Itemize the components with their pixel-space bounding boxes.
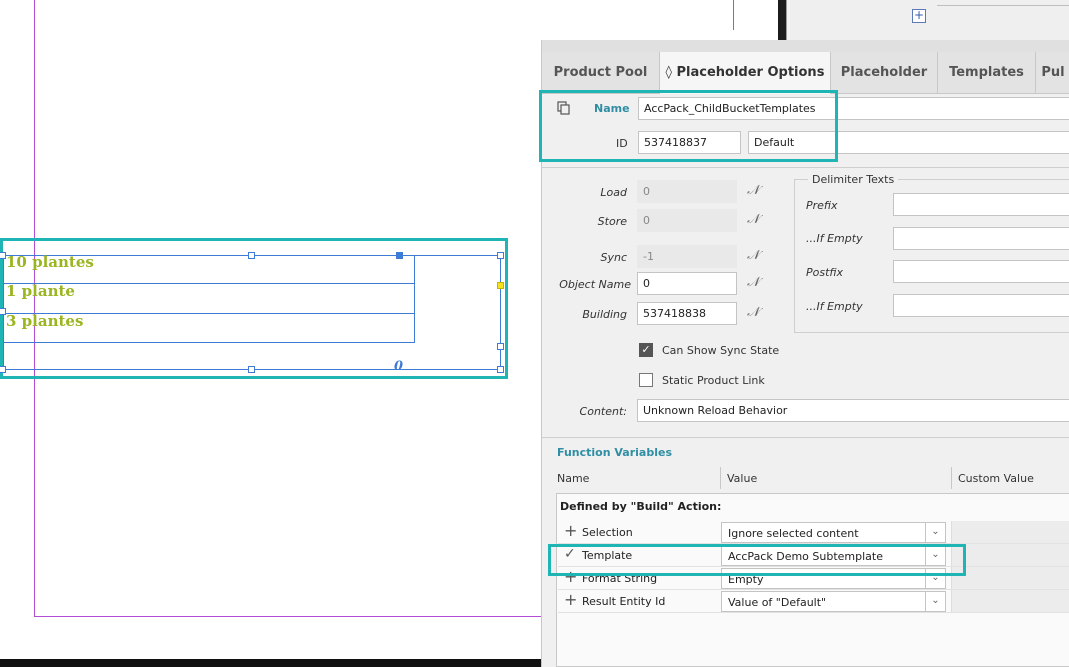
tab-placeholder-options[interactable]: ◊ Placeholder Options [660, 52, 831, 94]
edit-script-icon[interactable]: 𝒩 [747, 183, 759, 198]
template-row-highlight [548, 544, 966, 576]
function-variables-table: Defined by "Build" Action: + Selection I… [556, 493, 1069, 667]
edit-script-icon[interactable]: 𝒩 [747, 305, 759, 320]
overflow-marker: 0 [394, 359, 404, 374]
divider [542, 437, 1069, 438]
store-label: Store [597, 215, 627, 228]
content-field[interactable]: Unknown Reload Behavior [637, 399, 1069, 422]
value-text: Ignore selected content [728, 527, 859, 540]
add-icon[interactable]: + [564, 592, 577, 608]
table-cell-text[interactable]: 1 plante [6, 282, 75, 300]
resize-handle[interactable] [0, 366, 6, 373]
if-empty-prefix-label: ...If Empty [806, 232, 863, 245]
building-field[interactable]: 537418838 [637, 302, 737, 325]
expand-icon[interactable]: + [912, 9, 926, 23]
variable-name: Result Entity Id [582, 595, 666, 608]
column-header-custom-value[interactable]: Custom Value [958, 472, 1034, 485]
column-separator[interactable] [720, 467, 721, 489]
value-text: Value of "Default" [728, 596, 827, 609]
pasteboard-edge [0, 659, 545, 667]
load-label: Load [600, 186, 627, 199]
if-empty-postfix-label: ...If Empty [806, 300, 863, 313]
sync-field: -1 [637, 245, 737, 268]
content-label: Content: [579, 405, 627, 418]
custom-value-cell[interactable] [951, 567, 1069, 589]
custom-value-cell[interactable] [951, 544, 1069, 566]
resize-handle[interactable] [497, 366, 504, 373]
prefix-label: Prefix [806, 199, 838, 212]
object-name-label: Object Name [559, 278, 631, 291]
sync-label: Sync [600, 251, 627, 264]
custom-value-cell[interactable] [951, 521, 1069, 543]
delimiter-texts-title: Delimiter Texts [808, 173, 899, 186]
anchor-handle[interactable] [396, 252, 403, 259]
panel-title-bar[interactable] [542, 40, 1069, 52]
placeholder-options-panel: Product Pool ◊ Placeholder Options Place… [539, 40, 1069, 667]
postfix-field[interactable] [893, 260, 1069, 283]
prefix-field[interactable] [893, 193, 1069, 216]
structure-panel-fragment: + [778, 0, 1069, 40]
out-port-handle[interactable] [497, 282, 504, 289]
edit-script-icon[interactable]: 𝒩 [747, 212, 759, 227]
table-cell-text[interactable]: 10 plantes [6, 253, 94, 271]
frame-border-right [500, 255, 501, 370]
static-link-checkbox[interactable] [639, 373, 653, 387]
function-variables-title: Function Variables [557, 446, 673, 459]
table-row[interactable]: + Selection Ignore selected content ⌄ [558, 521, 1069, 544]
panel-tabs: Product Pool ◊ Placeholder Options Place… [542, 52, 1069, 94]
load-field: 0 [637, 180, 737, 203]
if-empty-prefix-field[interactable] [893, 227, 1069, 250]
static-link-label: Static Product Link [662, 374, 765, 387]
can-show-sync-label: Can Show Sync State [662, 344, 780, 357]
chevron-down-icon[interactable]: ⌄ [925, 592, 945, 611]
building-label: Building [582, 308, 627, 321]
custom-value-cell[interactable] [951, 590, 1069, 612]
tab-publish[interactable]: Pul [1036, 52, 1069, 94]
edit-script-icon[interactable]: 𝒩 [747, 248, 759, 263]
resize-handle[interactable] [497, 252, 504, 259]
name-id-highlight [539, 90, 838, 162]
tab-templates[interactable]: Templates [938, 52, 1036, 94]
resize-handle[interactable] [497, 343, 504, 350]
resize-handle[interactable] [248, 252, 255, 259]
tab-product-pool[interactable]: Product Pool [542, 52, 660, 94]
table-cell-text[interactable]: 3 plantes [6, 312, 83, 330]
store-field: 0 [637, 209, 737, 232]
divider [937, 5, 1069, 6]
group-header: Defined by "Build" Action: [560, 500, 722, 513]
add-icon[interactable]: + [564, 523, 577, 539]
tab-placeholder[interactable]: Placeholder [831, 52, 938, 94]
if-empty-postfix-field[interactable] [893, 294, 1069, 317]
column-header-name[interactable]: Name [557, 472, 589, 485]
can-show-sync-checkbox[interactable]: ✓ [639, 343, 653, 357]
selected-text-frame-highlight[interactable]: 10 plantes 1 plante 3 plantes 0 [0, 238, 508, 379]
column-separator[interactable] [951, 467, 952, 489]
chevron-down-icon[interactable]: ⌄ [925, 523, 945, 542]
value-dropdown[interactable]: Value of "Default" ⌄ [721, 591, 946, 612]
margin-guide-right [733, 0, 734, 30]
table-row-line [3, 342, 415, 343]
object-name-field[interactable]: 0 [637, 272, 737, 295]
table-column-line [414, 255, 415, 343]
table-row[interactable]: + Result Entity Id Value of "Default" ⌄ [558, 590, 1069, 613]
edit-script-icon[interactable]: 𝒩 [747, 275, 759, 290]
resize-handle[interactable] [248, 366, 255, 373]
structure-panel-body: + [786, 0, 1069, 40]
margin-guide-bottom [34, 616, 542, 617]
variable-name: Selection [582, 526, 633, 539]
divider [542, 167, 1069, 168]
column-header-value[interactable]: Value [727, 472, 757, 485]
postfix-label: Postfix [806, 266, 844, 279]
value-dropdown[interactable]: Ignore selected content ⌄ [721, 522, 946, 543]
